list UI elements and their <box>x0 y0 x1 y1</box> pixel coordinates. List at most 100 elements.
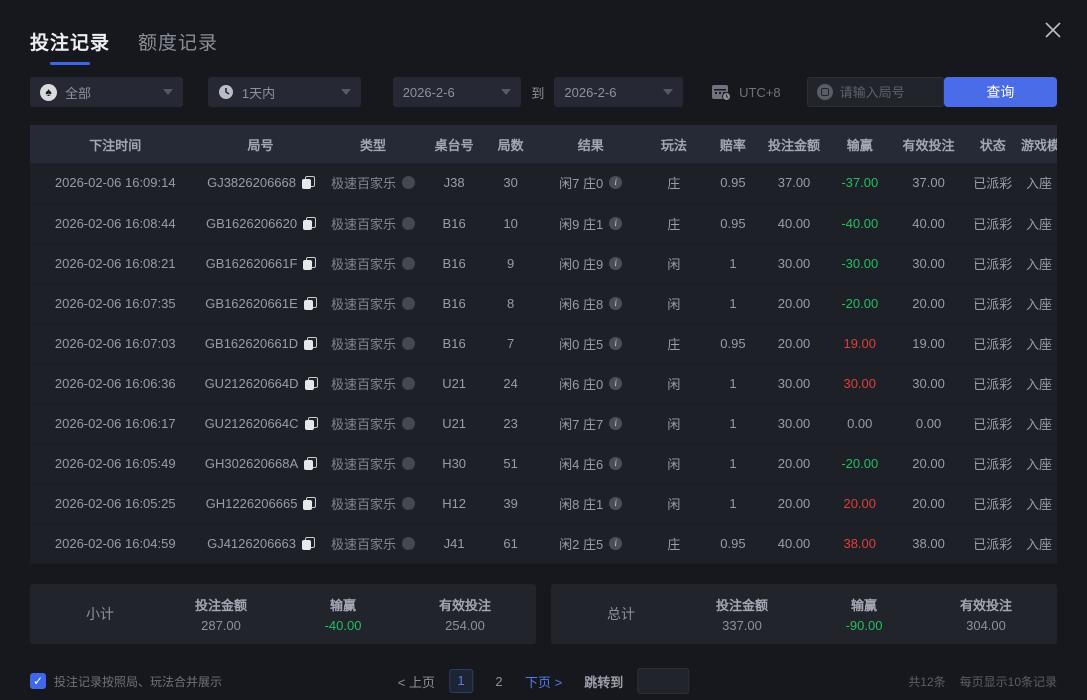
cell-mode: 入座 <box>1021 323 1057 363</box>
table-row: 2026-02-06 16:05:25GH1226206665极速百家乐H123… <box>30 483 1057 523</box>
cell-bet: 20.00 <box>761 483 827 523</box>
info-icon[interactable]: i <box>609 176 622 189</box>
date-range-to-label: 到 <box>531 83 544 102</box>
cell-status: 已派彩 <box>964 283 1020 323</box>
cell-play: 庄 <box>643 323 705 363</box>
checkbox-checked-icon[interactable]: ✓ <box>30 673 46 689</box>
copy-icon[interactable] <box>304 457 316 470</box>
column-header-round_no: 局数 <box>483 125 538 163</box>
column-header-win: 输赢 <box>827 125 893 163</box>
cell-win: -20.00 <box>827 283 893 323</box>
tab-quota-records[interactable]: 额度记录 <box>138 28 218 67</box>
subtotal-win: 输赢 -40.00 <box>282 595 404 633</box>
query-button[interactable]: 查询 <box>944 77 1057 107</box>
merge-display-label: 投注记录按照局、玩法合并展示 <box>54 673 222 690</box>
cell-round_id: GJ3826206668 <box>200 163 320 203</box>
cell-status: 已派彩 <box>964 323 1020 363</box>
prev-page-button[interactable]: < 上页 <box>398 672 435 691</box>
info-icon[interactable]: i <box>609 217 622 230</box>
cell-valid: 37.00 <box>893 163 965 203</box>
jump-to-input[interactable] <box>637 668 689 694</box>
subtotal-valid: 有效投注 254.00 <box>404 595 526 633</box>
total-valid: 有效投注 304.00 <box>925 595 1047 633</box>
pagination: < 上页 1 2 下页 > 跳转到 <box>398 668 689 694</box>
cell-odds: 1 <box>705 403 761 443</box>
total-count-label: 共12条 <box>908 673 945 690</box>
cell-mode: 入座 <box>1021 163 1057 203</box>
info-icon[interactable]: i <box>609 537 622 550</box>
summary-row: 小计 投注金额 287.00 输赢 -40.00 有效投注 254.00 总计 … <box>30 584 1057 644</box>
cell-odds: 1 <box>705 363 761 403</box>
copy-icon[interactable] <box>303 257 315 270</box>
time-range-dropdown[interactable]: 1天内 <box>208 77 361 107</box>
cell-time: 2026-02-06 16:08:21 <box>30 243 200 283</box>
close-icon[interactable] <box>1041 18 1065 42</box>
page-1-button[interactable]: 1 <box>449 669 473 693</box>
cell-result: 闲6 庄8i <box>538 283 643 323</box>
cell-valid: 20.00 <box>893 483 965 523</box>
next-page-button[interactable]: 下页 > <box>525 672 562 691</box>
cell-round_id: GH1226206665 <box>200 483 320 523</box>
copy-icon[interactable] <box>303 217 315 230</box>
date-to-dropdown[interactable]: 2026-2-6 <box>554 77 683 107</box>
total-title: 总计 <box>561 604 681 624</box>
cell-time: 2026-02-06 16:06:17 <box>30 403 200 443</box>
cell-round_id: GJ4126206663 <box>200 523 320 563</box>
cell-valid: 38.00 <box>893 523 965 563</box>
info-icon[interactable]: i <box>609 337 622 350</box>
column-header-bet: 投注金额 <box>761 125 827 163</box>
cell-odds: 1 <box>705 483 761 523</box>
date-from-dropdown[interactable]: 2026-2-6 <box>393 77 522 107</box>
game-type-dropdown[interactable]: ♠ 全部 <box>30 77 183 107</box>
cell-mode: 入座 <box>1021 203 1057 243</box>
cell-table_no: U21 <box>425 403 483 443</box>
timezone-indicator: UTC+8 <box>711 83 781 101</box>
game-type-icon <box>402 417 415 430</box>
chevron-down-icon <box>501 89 511 95</box>
round-id-search-input[interactable] <box>840 85 934 100</box>
game-type-icon <box>402 217 415 230</box>
cell-status: 已派彩 <box>964 203 1020 243</box>
cell-win: 0.00 <box>827 403 893 443</box>
table-body: 2026-02-06 16:09:14GJ3826206668极速百家乐J383… <box>30 163 1057 563</box>
info-icon[interactable]: i <box>609 497 622 510</box>
cell-bet: 40.00 <box>761 523 827 563</box>
game-type-icon <box>402 457 415 470</box>
copy-icon[interactable] <box>304 297 316 310</box>
info-icon[interactable]: i <box>609 377 622 390</box>
copy-icon[interactable] <box>305 377 317 390</box>
info-icon[interactable]: i <box>609 257 622 270</box>
merge-display-checkbox[interactable]: ✓ 投注记录按照局、玩法合并展示 <box>30 673 222 690</box>
column-header-odds: 赔率 <box>705 125 761 163</box>
table-row: 2026-02-06 16:04:59GJ4126206663极速百家乐J416… <box>30 523 1057 563</box>
copy-icon[interactable] <box>303 497 315 510</box>
cell-result: 闲7 庄7i <box>538 403 643 443</box>
copy-icon[interactable] <box>302 176 314 189</box>
cell-round_id: GU212620664C <box>200 403 320 443</box>
info-icon[interactable]: i <box>609 457 622 470</box>
game-type-icon <box>402 297 415 310</box>
cell-odds: 0.95 <box>705 163 761 203</box>
cell-round_id: GB162620661D <box>200 323 320 363</box>
info-icon[interactable]: i <box>609 417 622 430</box>
copy-icon[interactable] <box>304 337 316 350</box>
cell-table_no: J38 <box>425 163 483 203</box>
copy-icon[interactable] <box>302 537 314 550</box>
cell-type: 极速百家乐 <box>321 203 426 243</box>
records-table-wrap: 下注时间局号类型桌台号局数结果玩法赔率投注金额输赢有效投注状态游戏模式 2026… <box>30 125 1057 564</box>
cell-table_no: B16 <box>425 203 483 243</box>
copy-icon[interactable] <box>305 417 317 430</box>
table-row: 2026-02-06 16:05:49GH302620668A极速百家乐H305… <box>30 443 1057 483</box>
cell-status: 已派彩 <box>964 163 1020 203</box>
column-header-result: 结果 <box>538 125 643 163</box>
game-type-icon <box>402 497 415 510</box>
tab-betting-records-label: 投注记录 <box>30 33 110 54</box>
tab-betting-records[interactable]: 投注记录 <box>30 28 110 67</box>
cell-type: 极速百家乐 <box>321 523 426 563</box>
cell-table_no: B16 <box>425 323 483 363</box>
cell-type: 极速百家乐 <box>321 283 426 323</box>
page-2-button[interactable]: 2 <box>487 674 511 689</box>
info-icon[interactable]: i <box>609 297 622 310</box>
table-row: 2026-02-06 16:06:17GU212620664C极速百家乐U212… <box>30 403 1057 443</box>
cell-win: -37.00 <box>827 163 893 203</box>
